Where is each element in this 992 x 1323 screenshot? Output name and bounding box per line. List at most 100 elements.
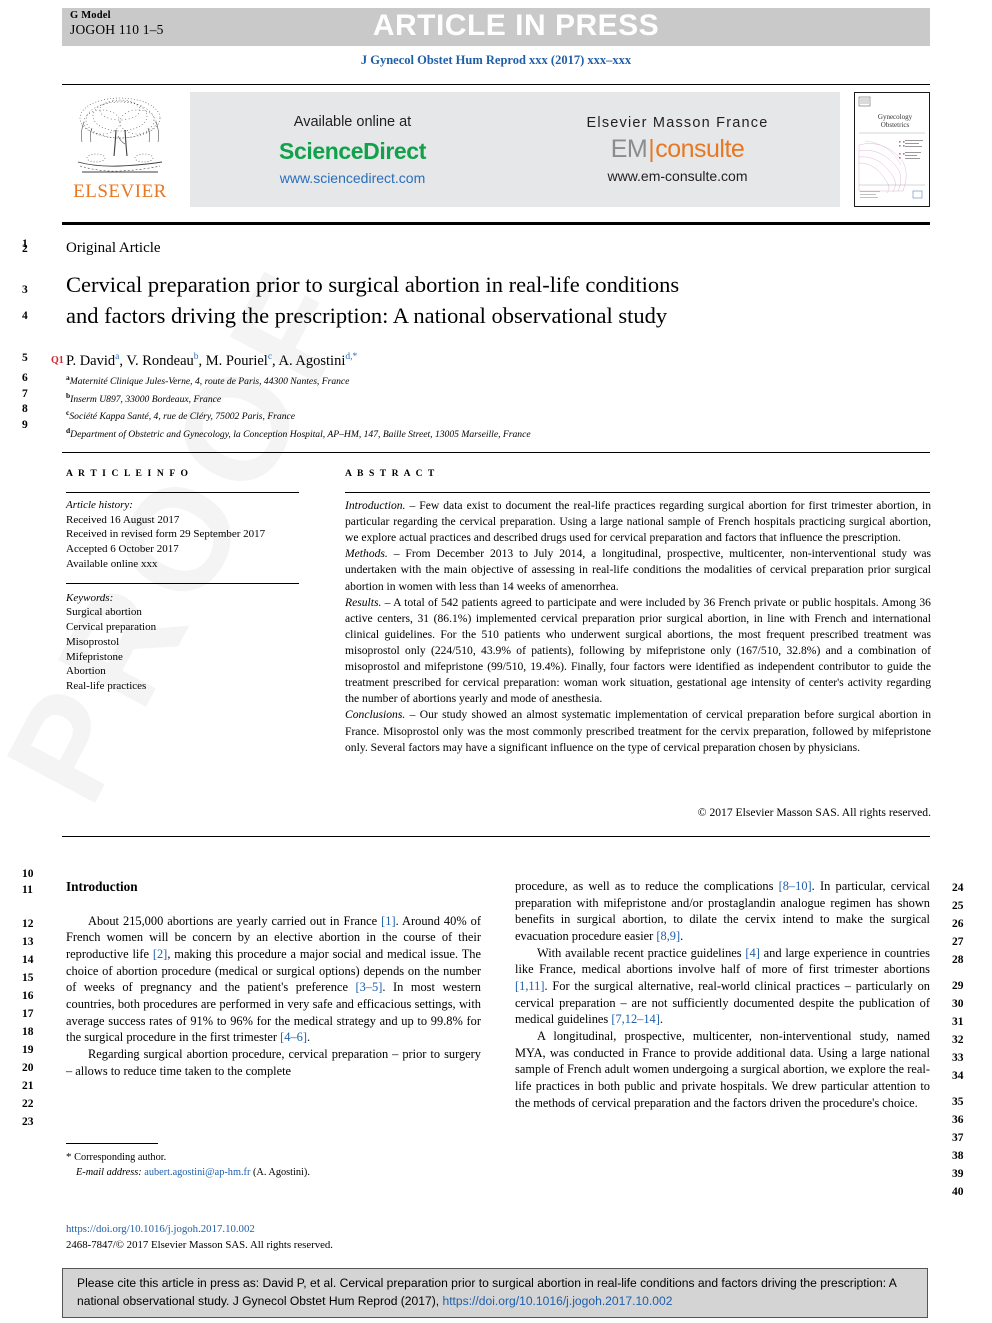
author-name[interactable]: V. Rondeau (126, 353, 193, 369)
line-number: 35 (952, 1096, 964, 1108)
em-consulte-url[interactable]: www.em-consulte.com (607, 168, 747, 184)
affiliation-text: Department of Obstetric and Gynecology, … (70, 429, 531, 441)
doi-link[interactable]: https://doi.org/10.1016/j.jogoh.2017.10.… (66, 1222, 496, 1238)
abstract-section: Methods. – From December 2013 to July 20… (345, 546, 931, 594)
line-number: 11 (22, 884, 33, 896)
line-number: 23 (22, 1116, 34, 1128)
elsevier-logo: ELSEVIER (66, 92, 174, 210)
line-number: 24 (952, 882, 964, 894)
author-affil-mark: d,* (345, 352, 358, 362)
line-number: 14 (22, 954, 34, 966)
citation-ref[interactable]: [3–5] (356, 980, 383, 994)
keyword-item: Cervical preparation (66, 621, 157, 634)
email-note: E-mail address: aubert.agostini@ap-hm.fr… (66, 1166, 486, 1181)
abstract-section-text: A total of 542 patients agreed to partic… (345, 595, 931, 706)
citation-ref[interactable]: [4] (745, 946, 759, 960)
article-history-label: Article history: (66, 499, 133, 511)
line-number: 38 (952, 1150, 964, 1162)
masthead-top-rule (62, 84, 930, 85)
line-number: 10 (22, 868, 34, 880)
body-paragraph: Regarding surgical abortion procedure, c… (66, 1047, 481, 1078)
body-column-left: Introduction About 215,000 abortions are… (66, 878, 481, 1079)
line-number: 27 (952, 936, 964, 948)
abstract-section-dash: – (405, 708, 420, 722)
corresponding-author-note: * Corresponding author. (66, 1150, 486, 1166)
citation-ref[interactable]: [4–6] (280, 1030, 307, 1044)
line-number: 29 (952, 980, 964, 992)
author-name[interactable]: M. Pouriel (206, 353, 268, 369)
email-author-suffix: (A. Agostini). (252, 1166, 310, 1178)
body-paragraph: procedure, as well as to reduce the comp… (515, 879, 930, 944)
keyword-item: Surgical abortion (66, 606, 142, 619)
title-line-1: Cervical preparation prior to surgical a… (66, 272, 680, 297)
author-list: P. Davida, V. Rondeaub, M. Pourielc, A. … (66, 352, 358, 369)
line-number: 4 (22, 310, 28, 322)
citation-ref[interactable]: [1] (381, 914, 395, 928)
sciencedirect-url[interactable]: www.sciencedirect.com (280, 170, 426, 186)
citation-ref[interactable]: [8,9] (656, 929, 680, 943)
line-number: 34 (952, 1070, 964, 1082)
line-number: 30 (952, 998, 964, 1010)
line-number: 18 (22, 1026, 34, 1038)
keyword-item: Abortion (66, 665, 106, 678)
line-number: 22 (22, 1098, 34, 1110)
line-number: 31 (952, 1016, 964, 1028)
footnote-block: * Corresponding author. E-mail address: … (66, 1150, 486, 1180)
body-column-right: procedure, as well as to reduce the comp… (515, 878, 930, 1111)
line-number: 36 (952, 1114, 964, 1126)
line-number: 21 (22, 1080, 34, 1092)
sciencedirect-block: Available online at ScienceDirect www.sc… (190, 92, 515, 207)
citation-ref[interactable]: [2] (153, 947, 167, 961)
abstract-bottom-rule (62, 836, 930, 837)
svg-text:Gynecology: Gynecology (878, 113, 913, 121)
author-name[interactable]: A. Agostini (278, 353, 345, 369)
query-marker-q1[interactable]: Q1 (51, 355, 64, 366)
citation-ref[interactable]: [1,11] (515, 979, 544, 993)
abstract-body: Introduction. – Few data exist to docume… (345, 498, 931, 756)
abstract-section-label: Introduction. (345, 499, 406, 512)
abstract-section: Conclusions. – Our study showed an almos… (345, 707, 931, 755)
info-abstract-top-rule (62, 452, 930, 453)
line-number: 40 (952, 1186, 964, 1198)
title-line-2: and factors driving the prescription: A … (66, 302, 668, 328)
line-number: 28 (952, 954, 964, 966)
abstract-section-dash: – (381, 595, 394, 609)
body-paragraph: With available recent practice guideline… (515, 945, 930, 1027)
article-type-label: Original Article (66, 240, 161, 256)
cite-this-article-box: Please cite this article in press as: Da… (62, 1268, 928, 1318)
cite-doi-link[interactable]: https://doi.org/10.1016/j.jogoh.2017.10.… (442, 1294, 672, 1308)
citation-ref[interactable]: [7,12–14] (611, 1012, 660, 1026)
article-history-item: Received in revised form 29 September 20… (66, 528, 266, 541)
line-number: 17 (22, 1008, 34, 1020)
abstract-section-text: Few data exist to document the real-life… (345, 499, 932, 545)
line-number: 8 (22, 403, 28, 415)
keyword-item: Real-life practices (66, 680, 147, 693)
abstract-section-dash: – (405, 499, 420, 512)
author-affil-mark: b (193, 352, 199, 362)
line-number: 19 (22, 1044, 34, 1056)
email-link[interactable]: aubert.agostini@ap-hm.fr (144, 1167, 250, 1178)
citation-ref[interactable]: [8–10] (779, 879, 812, 893)
em-consulte-divider: | (648, 135, 655, 163)
press-banner-title: ARTICLE IN PRESS (372, 9, 660, 42)
abstract-section: Results. – A total of 542 patients agree… (345, 595, 931, 708)
keyword-item: Misoprostol (66, 635, 120, 648)
line-number: 5 (22, 352, 28, 364)
author-name[interactable]: P. David (66, 353, 115, 369)
keywords-divider-rule (66, 582, 299, 584)
body-paragraph: About 215,000 abortions are yearly carri… (66, 913, 481, 1045)
affiliation-text: Société Kappa Santé, 4, rue de Cléry, 75… (69, 411, 296, 423)
line-number: 6 (22, 372, 28, 384)
line-number: 37 (952, 1132, 964, 1144)
em-consulte-logo: EM|consulte (611, 135, 745, 164)
author-affil-mark: c (267, 352, 273, 362)
line-number: 12 (22, 918, 34, 930)
em-consulte-consulte: consulte (655, 135, 745, 163)
em-consulte-em: EM (610, 135, 648, 163)
article-in-press-banner: G Model JOGOH 110 1–5 ARTICLE IN PRESS (62, 8, 930, 46)
elsevier-masson-label: Elsevier Masson France (586, 115, 769, 131)
masthead-bottom-rule (62, 222, 930, 225)
svg-text:Obstetrics: Obstetrics (881, 121, 910, 129)
abstract-section-dash: – (387, 547, 406, 561)
line-number: 20 (22, 1062, 34, 1074)
